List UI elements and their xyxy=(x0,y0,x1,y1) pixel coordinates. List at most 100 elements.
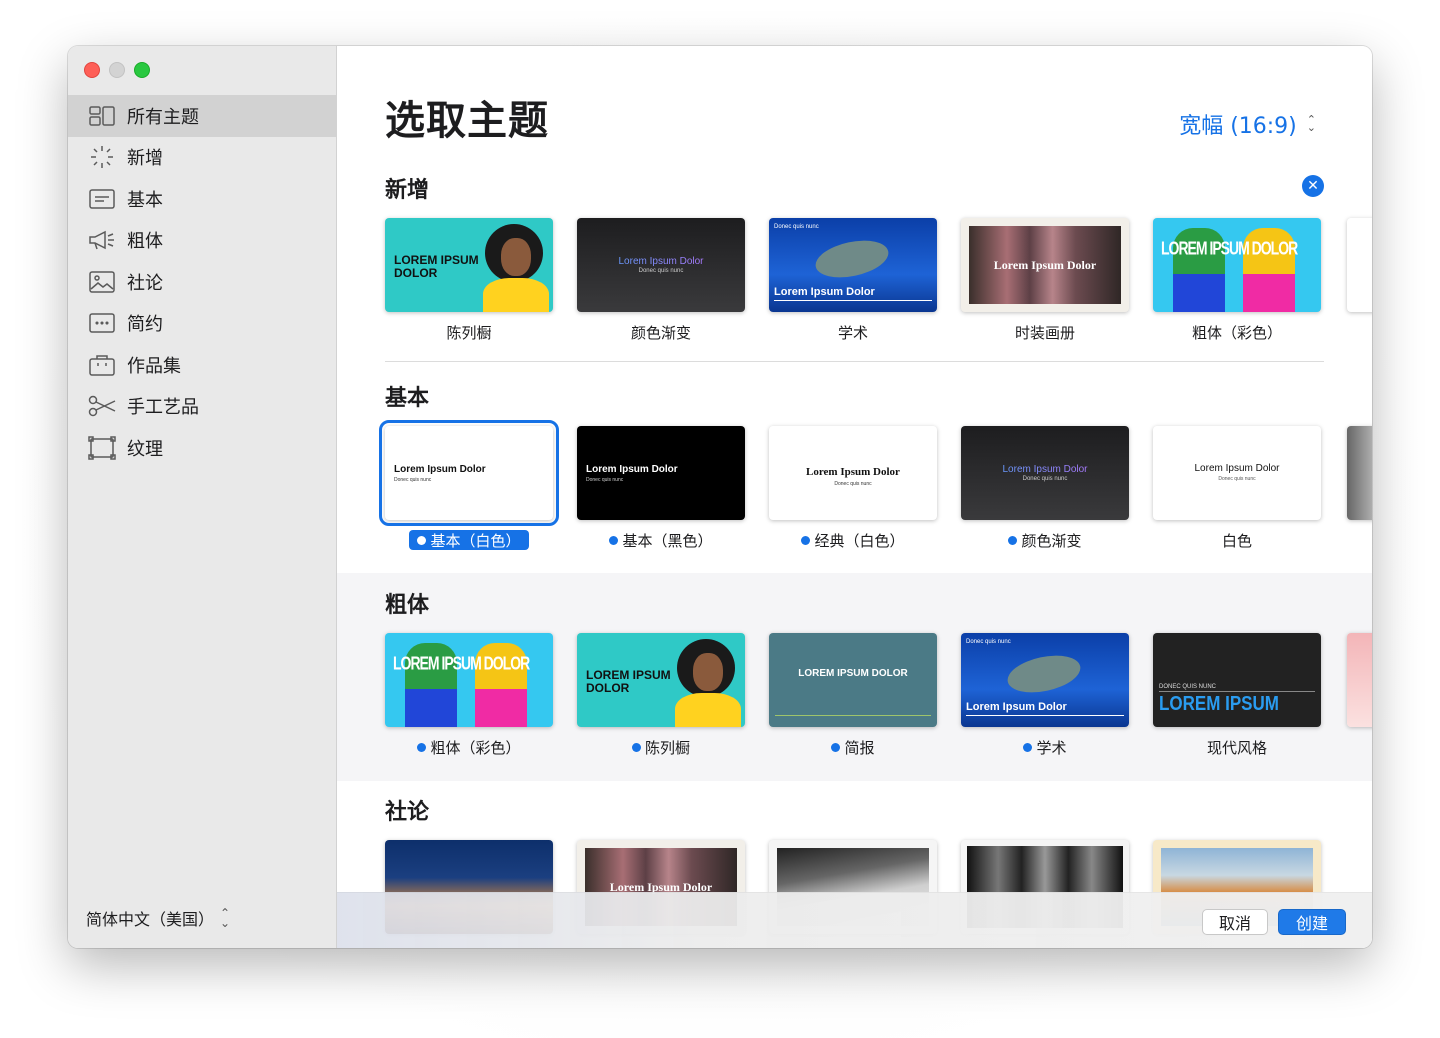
close-section-button[interactable]: ✕ xyxy=(1302,175,1324,197)
partial-theme-thumbnail xyxy=(1347,426,1372,520)
theme-card-gradient-basic[interactable]: Lorem Ipsum Dolor Donec quis nunc 颜色渐变 xyxy=(961,426,1129,550)
person-face-image xyxy=(693,653,723,691)
create-button[interactable]: 创建 xyxy=(1278,909,1346,935)
theme-card-briefing[interactable]: LOREM IPSUM DOLOR 简报 xyxy=(769,633,937,757)
sidebar-item-bold[interactable]: 粗体 xyxy=(68,220,336,262)
theme-card-academy[interactable]: Donec quis nunc Lorem Ipsum Dolor 学术 xyxy=(769,218,937,342)
slide-title: LOREM IPSUM DOLOR xyxy=(1161,237,1298,259)
theme-name: 粗体（彩色） xyxy=(1191,323,1282,342)
slide-rule xyxy=(1159,691,1315,692)
close-window-button[interactable] xyxy=(84,62,100,78)
theme-name: 经典（白色） xyxy=(801,530,905,550)
theme-card-basic-black[interactable]: Lorem Ipsum Dolor Donec quis nunc 基本（黑色） xyxy=(577,426,745,550)
theme-thumbnail: DONEC QUIS NUNC LOREM IPSUM xyxy=(1153,633,1321,727)
theme-card-lookbook[interactable]: Lorem Ipsum Dolor 时装画册 xyxy=(961,218,1129,342)
sidebar-item-label: 社论 xyxy=(127,272,163,294)
sidebar-item-label: 作品集 xyxy=(127,355,181,377)
person-sweater-image xyxy=(675,693,741,727)
theme-thumbnail: Lorem Ipsum Dolor Donec quis nunc xyxy=(769,426,937,520)
language-selector[interactable]: 简体中文（美国） ⌃ ⌄ xyxy=(86,906,230,930)
cancel-button[interactable]: 取消 xyxy=(1202,909,1268,935)
sparkle-icon xyxy=(88,146,116,169)
up-down-chevron-icon: ⌃ ⌄ xyxy=(220,906,231,930)
slide-title: LOREM IPSUM xyxy=(1159,693,1279,715)
section-title-bold: 粗体 xyxy=(385,593,430,618)
theme-card-modern[interactable]: DONEC QUIS NUNC LOREM IPSUM 现代风格 xyxy=(1153,633,1321,757)
sidebar-item-label: 所有主题 xyxy=(127,106,199,128)
slide-subtitle: Donec quis nunc xyxy=(638,268,684,274)
partial-theme-thumbnail xyxy=(1347,218,1372,312)
theme-card-classic-white[interactable]: Lorem Ipsum Dolor Donec quis nunc 经典（白色） xyxy=(769,426,937,550)
section-divider xyxy=(385,361,1324,362)
theme-card-white[interactable]: Lorem Ipsum Dolor Donec quis nunc 白色 xyxy=(1153,426,1321,550)
theme-card-showcase-2[interactable]: LOREM IPSUM DOLOR 陈列橱 xyxy=(577,633,745,757)
texture-frame-icon xyxy=(88,436,116,460)
new-themes-row: LOREM IPSUM DOLOR 陈列橱 Lorem Ipsum Dolor … xyxy=(385,218,1321,342)
sidebar-item-portfolio[interactable]: 作品集 xyxy=(68,344,336,386)
section-title-basic: 基本 xyxy=(385,386,430,411)
theme-card-bold-color-2[interactable]: LOREM IPSUM DOLOR 粗体（彩色） xyxy=(385,633,553,757)
sidebar-item-texture[interactable]: 纹理 xyxy=(68,427,336,469)
sidebar-item-label: 手工艺品 xyxy=(127,397,199,419)
ellipsis-box-icon xyxy=(88,312,116,334)
theme-name: 学术 xyxy=(837,323,868,342)
slide-title: Lorem Ipsum Dolor xyxy=(961,464,1129,475)
theme-card-basic-white[interactable]: Lorem Ipsum Dolor Donec quis nunc 基本（白色） xyxy=(379,420,559,550)
sidebar-item-minimal[interactable]: 简约 xyxy=(68,303,336,345)
new-badge-dot xyxy=(831,742,841,752)
slide-title: Lorem Ipsum Dolor xyxy=(966,701,1067,713)
maximize-window-button[interactable] xyxy=(134,62,150,78)
sidebar-item-new[interactable]: 新增 xyxy=(68,137,336,179)
slide-subtitle: Donec quis nunc xyxy=(1022,476,1068,482)
section-title-new: 新增 xyxy=(385,178,430,203)
slide-subtitle: Donec quis nunc xyxy=(394,477,432,483)
briefcase-icon xyxy=(88,354,116,376)
basic-themes-row: Lorem Ipsum Dolor Donec quis nunc 基本（白色）… xyxy=(379,420,1321,550)
basic-slide-icon xyxy=(88,188,116,210)
new-badge-dot xyxy=(1023,742,1033,752)
theme-name: 学术 xyxy=(1023,737,1067,757)
sidebar-item-editorial[interactable]: 社论 xyxy=(68,261,336,303)
sidebar-item-craft[interactable]: 手工艺品 xyxy=(68,386,336,428)
theme-thumbnail: LOREM IPSUM DOLOR xyxy=(769,633,937,727)
megaphone-icon xyxy=(88,229,116,251)
aspect-ratio-selector[interactable]: 宽幅 (16:9) ⌃ ⌄ xyxy=(1179,108,1316,140)
footer-bar: 取消 创建 xyxy=(337,892,1372,948)
theme-thumbnail: LOREM IPSUM DOLOR xyxy=(385,218,553,312)
up-down-chevron-icon: ⌃ ⌄ xyxy=(1306,113,1316,134)
close-icon: ✕ xyxy=(1307,178,1319,194)
theme-name-selected: 基本（白色） xyxy=(409,530,529,550)
theme-name: 基本（黑色） xyxy=(609,530,713,550)
page-title: 选取主题 xyxy=(385,98,549,144)
theme-thumbnail: Lorem Ipsum Dolor xyxy=(961,218,1129,312)
theme-browser: 选取主题 宽幅 (16:9) ⌃ ⌄ 新增 ✕ LOREM IPSUM DOLOR… xyxy=(337,46,1372,948)
slide-subtitle: Donec quis nunc xyxy=(1218,476,1256,482)
theme-card-showcase[interactable]: LOREM IPSUM DOLOR 陈列橱 xyxy=(385,218,553,342)
person-sweater-image xyxy=(483,278,549,312)
theme-card-gradient[interactable]: Lorem Ipsum Dolor Donec quis nunc 颜色渐变 xyxy=(577,218,745,342)
all-themes-icon xyxy=(88,105,116,127)
language-label: 简体中文（美国） xyxy=(86,910,215,929)
slide-label: DONEC QUIS NUNC xyxy=(1159,684,1217,690)
bold-themes-row: LOREM IPSUM DOLOR 粗体（彩色） LOREM IPSUM DOL… xyxy=(385,633,1321,757)
theme-card-bold-color[interactable]: LOREM IPSUM DOLOR 粗体（彩色） xyxy=(1153,218,1321,342)
theme-card-academy-2[interactable]: Donec quis nunc Lorem Ipsum Dolor 学术 xyxy=(961,633,1129,757)
theme-thumbnail: Donec quis nunc Lorem Ipsum Dolor xyxy=(961,633,1129,727)
theme-thumbnail: Lorem Ipsum Dolor Donec quis nunc xyxy=(961,426,1129,520)
slide-title: Lorem Ipsum Dolor xyxy=(806,466,900,478)
turtle-image xyxy=(812,234,892,284)
slide-title: Lorem Ipsum Dolor xyxy=(774,286,875,298)
sidebar-item-basic[interactable]: 基本 xyxy=(68,178,336,220)
theme-name: 白色 xyxy=(1221,531,1252,550)
turtle-image xyxy=(1004,649,1084,699)
new-badge-dot xyxy=(609,535,619,545)
slide-rule xyxy=(775,715,931,716)
theme-name: 简报 xyxy=(831,737,875,757)
theme-name: 陈列橱 xyxy=(446,323,492,342)
new-badge-dot xyxy=(631,742,641,752)
theme-thumbnail: Lorem Ipsum Dolor Donec quis nunc xyxy=(577,426,745,520)
theme-name: 粗体（彩色） xyxy=(417,737,521,757)
minimize-window-button[interactable] xyxy=(109,62,125,78)
theme-name: 颜色渐变 xyxy=(1008,530,1082,550)
sidebar-item-all-themes[interactable]: 所有主题 xyxy=(68,95,336,137)
